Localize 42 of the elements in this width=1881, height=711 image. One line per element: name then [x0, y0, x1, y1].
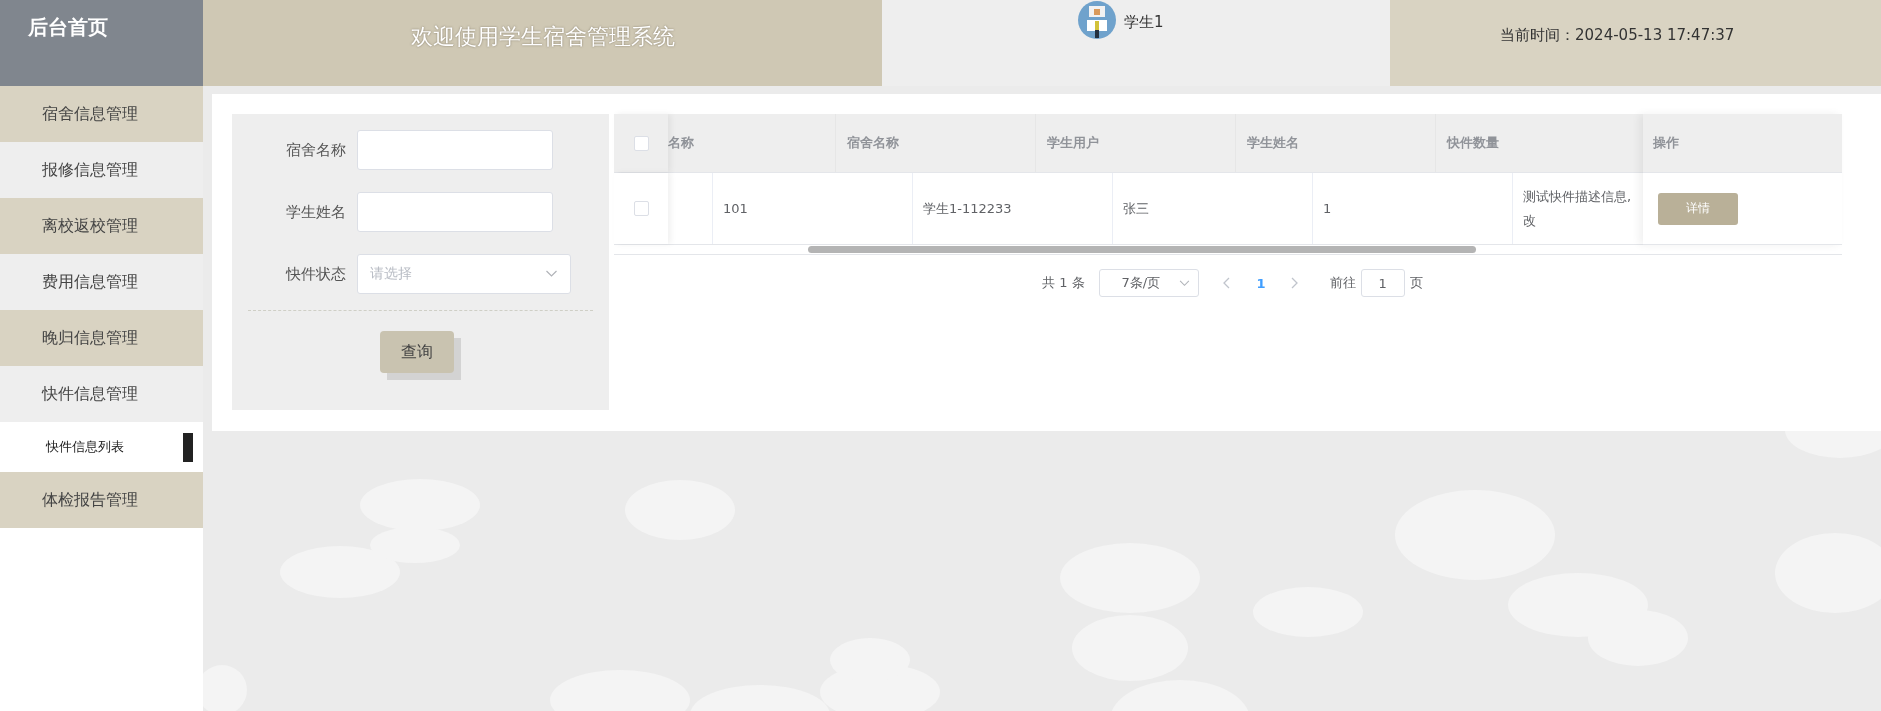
logo-title[interactable]: 后台首页 [0, 0, 203, 86]
column-header: 名称 [668, 134, 695, 152]
checkbox[interactable] [633, 135, 649, 151]
input-field[interactable] [357, 130, 553, 170]
field-label: 学生姓名 [285, 202, 347, 222]
next-page-icon[interactable] [1289, 277, 1298, 289]
sidebar-item[interactable]: 快件信息管理 [0, 366, 203, 422]
active-indicator [183, 433, 193, 462]
system-title: 欢迎使用学生宿舍管理系统 [410, 23, 675, 50]
sidebar-item[interactable]: 体检报告管理 [0, 472, 203, 528]
table-cell: 1 [1323, 201, 1332, 216]
column-header: 宿舍名称 [835, 114, 1035, 172]
column-header: 学生用户 [1035, 114, 1235, 172]
chevron-down-icon [545, 270, 558, 278]
page-size-select[interactable]: 7条/页 [1098, 269, 1199, 297]
search-button[interactable]: 查询 [380, 331, 454, 373]
sidebar-item[interactable]: 费用信息管理 [0, 254, 203, 310]
sidebar-item[interactable]: 报修信息管理 [0, 142, 203, 198]
field-label: 快件状态 [284, 264, 347, 284]
current-time: 当前时间：2024-05-13 17:47:37 [1500, 26, 1735, 46]
page-input[interactable]: 1 [1360, 269, 1405, 297]
table-cell: 学生1-112233 [923, 199, 1012, 218]
table-cell: 101 [723, 201, 748, 216]
input-field[interactable] [357, 192, 553, 232]
goto-label: 前往 [1329, 274, 1356, 292]
avatar-icon[interactable] [1078, 1, 1116, 39]
table-cell-text: 测试快件描述信息, 改 [1523, 187, 1632, 230]
checkbox[interactable] [633, 201, 649, 216]
user-name[interactable]: 学生1 [1124, 13, 1164, 32]
table-cell: 张三 [1123, 199, 1149, 218]
sidebar-item[interactable]: 离校返校管理 [0, 198, 203, 254]
previous-page-icon[interactable] [1222, 277, 1231, 289]
column-header: 快件数量 [1435, 114, 1635, 172]
page-suffix: 页 [1409, 274, 1423, 292]
scrollbar-thumb[interactable] [808, 246, 1476, 253]
column-header: 学生姓名 [1235, 114, 1435, 172]
field-label: 宿舍名称 [285, 140, 347, 160]
chevron-down-icon [1178, 279, 1190, 287]
total-count: 共 1 条 [1042, 274, 1085, 292]
sidebar-item[interactable]: 晚归信息管理 [0, 310, 203, 366]
column-header: 操作 [1643, 114, 1842, 173]
sidebar-item[interactable]: 宿舍信息管理 [0, 86, 203, 142]
